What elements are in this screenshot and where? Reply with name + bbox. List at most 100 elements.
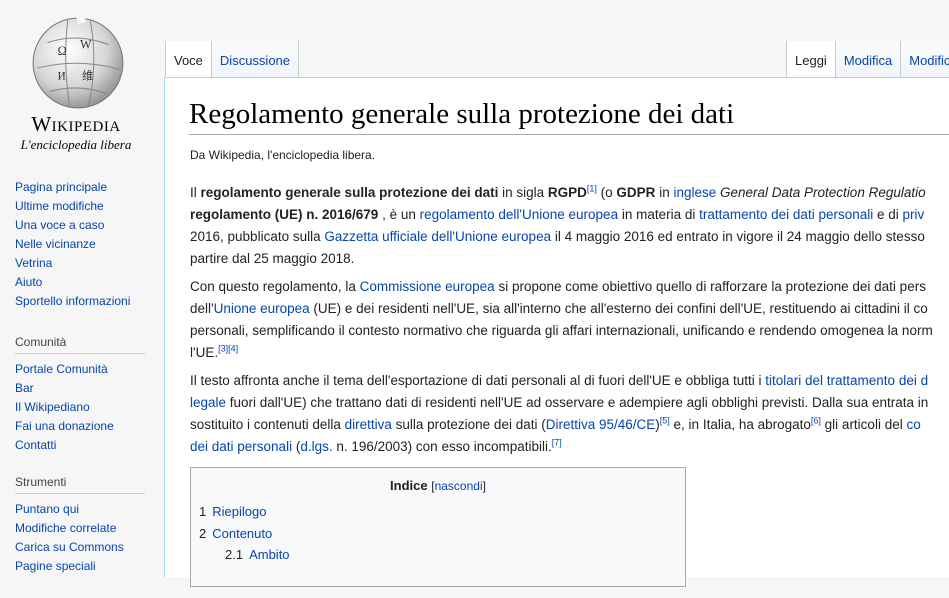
site-subtitle: Da Wikipedia, l'enciclopedia libera. [190,148,376,162]
toc-item[interactable]: 1 Riepilogo [199,504,266,519]
text: Il [190,185,201,200]
link-gazzetta-ufficiale[interactable]: Gazzetta ufficiale dell'Unione europea [324,229,551,244]
text: si propone come obiettivo quello di raff… [494,279,926,294]
sidebar-item-vetrina[interactable]: Vetrina [15,256,52,270]
toc-link-ambito[interactable]: Ambito [249,547,289,562]
link-titolari-trattamento[interactable]: titolari del trattamento dei d [765,373,928,388]
footnote-link[interactable]: [7] [552,438,562,448]
toc-link-riepilogo[interactable]: Riepilogo [212,504,266,519]
text: l'UE. [190,345,219,360]
link-unione-europea[interactable]: Unione europea [214,301,310,316]
text: sulla protezione dei dati ( [391,417,546,432]
tab-modifica-wikitesto[interactable]: Modific [901,41,949,77]
toc-link-contenuto[interactable]: Contenuto [212,526,272,541]
sidebar-item-bar[interactable]: Bar [15,381,34,395]
toc-header: Indice [nascondi] [191,478,685,493]
page-title: Regolamento generale sulla protezione de… [189,98,949,135]
link-commissione-europea[interactable]: Commissione europea [360,279,495,294]
text: (UE) e dei residenti nell'UE, sia all'in… [309,301,928,316]
toc-item[interactable]: 2.1 Ambito [225,547,290,562]
logo-tagline: L'enciclopedia libera [20,137,132,152]
text: dell' [190,301,214,316]
footnote-link[interactable]: [5] [660,416,670,426]
sidebar-item-pagina-principale[interactable]: Pagina principale [15,180,107,194]
wikipedia-logo[interactable]: Ω W И 维 Wikipedia L'enciclopedia libera [0,0,160,160]
paragraph-intro: Il regolamento generale sulla protezione… [190,182,949,270]
sidebar-navigation: Pagina principale Ultime modifiche Una v… [0,178,160,311]
text: , è un [378,207,420,222]
svg-text:И: И [58,70,66,82]
text: partire dal 25 maggio 2018. [190,251,355,266]
link-dlgs[interactable]: d.lgs. [300,439,332,454]
text: Il testo affronta anche il tema dell'esp… [190,373,766,388]
sidebar-item-ultime-modifiche[interactable]: Ultime modifiche [15,199,104,213]
text: in [655,185,674,200]
footnote-link[interactable]: [1] [587,184,597,194]
text: 2016, pubblicato sulla [190,229,325,244]
tools-heading: Strumenti [15,475,145,494]
sidebar-item-carica-commons[interactable]: Carica su Commons [15,540,124,554]
link-direttiva[interactable]: direttiva [345,417,392,432]
link-direttiva-95-46[interactable]: Direttiva 95/46/CE [546,417,656,432]
sidebar: Pagina principale Ultime modifiche Una v… [0,178,160,598]
tab-modifica[interactable]: Modifica [835,41,902,77]
tab-leggi[interactable]: Leggi [786,41,836,77]
footnote-link[interactable]: [3] [218,344,228,354]
text: personali, semplificando il contesto nor… [190,323,933,338]
sidebar-item-pagine-speciali[interactable]: Pagine speciali [15,559,96,573]
text: (o [596,185,617,200]
tab-voce[interactable]: Voce [165,41,212,77]
link-dati-personali[interactable]: dei dati personali [190,439,292,454]
link-inglese[interactable]: inglese [673,185,716,200]
toc-number: 2 [199,526,207,541]
footnote-link[interactable]: [6] [811,416,821,426]
toc-toggle-link[interactable]: nascondi [435,479,483,493]
sidebar-item-puntano-qui[interactable]: Puntano qui [15,502,79,516]
toc-toggle[interactable]: [nascondi] [431,479,486,493]
toc-title: Indice [390,478,428,493]
article-content: Regolamento generale sulla protezione de… [164,77,949,587]
sidebar-item-voce-a-caso[interactable]: Una voce a caso [15,218,104,232]
link-codice[interactable]: co [906,417,920,432]
footnote-link[interactable]: [4] [228,344,238,354]
text: n. 196/2003) con esso incompatibili. [332,439,552,454]
link-privacy[interactable]: priv [903,207,925,222]
svg-text:W: W [80,38,92,52]
sidebar-item-modifiche-correlate[interactable]: Modifiche correlate [15,521,116,535]
bold-term: RGPD [547,185,587,200]
svg-text:维: 维 [82,69,93,82]
text: gli articoli del [820,417,907,432]
link-trattamento-dati[interactable]: trattamento dei dati personali [699,207,873,222]
paragraph-esportazione: Il testo affronta anche il tema dell'esp… [190,370,949,458]
sidebar-item-aiuto[interactable]: Aiuto [15,275,42,289]
table-of-contents: Indice [nascondi] 1 Riepilogo 2 Contenuto … [190,467,686,587]
sidebar-item-nelle-vicinanze[interactable]: Nelle vicinanze [15,237,96,251]
link-regolamento-ue[interactable]: regolamento dell'Unione europea [420,207,618,222]
sidebar-item-contatti[interactable]: Contatti [15,438,56,452]
puzzle-globe-icon: Ω W И 维 [32,12,124,109]
paragraph-commissione: Con questo regolamento, la Commissione e… [190,276,949,364]
italic-term: General Data Protection Regulatio [720,185,926,200]
sidebar-item-wikipediano[interactable]: Il Wikipediano [15,400,90,414]
tab-discussione[interactable]: Discussione [211,41,300,77]
text: in sigla [498,185,548,200]
text: e di [873,207,903,222]
link-legale[interactable]: legale [190,395,226,410]
text: in materia di [618,207,700,222]
text: Con questo regolamento, la [190,279,360,294]
namespace-tabs: Voce Discussione [165,41,300,77]
text: fuori dall'UE) che trattano dati di resi… [226,395,929,410]
bold-term: GDPR [616,185,656,200]
community-heading: Comunità [15,335,145,354]
text: e, in Italia, ha abrogato [669,417,811,432]
toc-item[interactable]: 2 Contenuto [199,526,272,541]
toc-number: 2.1 [225,547,244,562]
view-tabs: Leggi Modifica Modific [786,41,949,77]
sidebar-item-sportello[interactable]: Sportello informazioni [15,294,130,308]
sidebar-community: Comunità Portale Comunità Bar Il Wikiped… [0,335,160,455]
sidebar-item-donazione[interactable]: Fai una donazione [15,419,114,433]
bold-term: regolamento (UE) n. 2016/679 [190,207,379,222]
svg-text:Ω: Ω [58,44,67,58]
bold-term: regolamento generale sulla protezione de… [200,185,499,200]
sidebar-item-portale-comunita[interactable]: Portale Comunità [15,362,108,376]
